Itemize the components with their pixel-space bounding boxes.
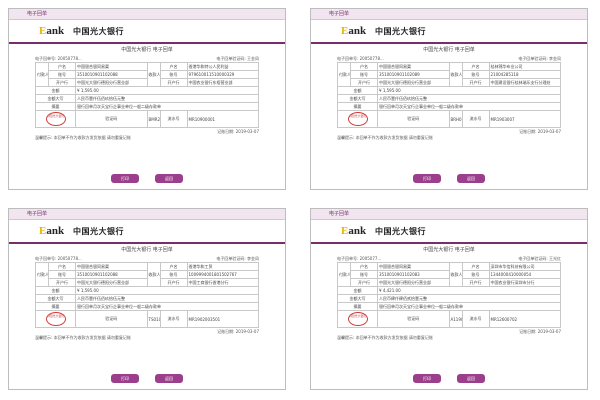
receipt-verify: 电子回单验证码: 李金凤	[518, 56, 561, 61]
posting-date: 记账日期: 2019-03-07	[217, 129, 259, 134]
window-tabbar: 电子回单	[9, 209, 285, 220]
receipt-table: 付款人 户名 中国银合银同易渠 收款人 户名 桂林锦华布业公司 账号 35100109011…	[337, 62, 561, 128]
window-tabbar: 电子回单	[9, 9, 285, 20]
bank-logo-icon: Eank	[39, 225, 65, 237]
amount-value: ¥ 1,595.00	[377, 86, 561, 95]
receipt-table: 付款人 户名 中国银合银同易渠 收款人 户名 香港华和特公人民利益 账号 351001090…	[35, 62, 259, 128]
receipt-table: 付款人 户名 中国银合银同易渠 收款人 户名 香港华和工贸 账号 3510010901102…	[35, 262, 259, 328]
receipt-title: 中国光大银行 电子回单	[423, 247, 475, 253]
posting-date: 记账日期: 2019-03-07	[519, 129, 561, 134]
receipt-window-4: 电子回单 Eank 中国光大银行 中国光大银行 电子回单 电子回单号: 2005…	[310, 208, 588, 390]
payee-side: 收款人	[448, 62, 463, 87]
receipt-meta: 电子回单号: 20050778... 电子回单验证码: 王金凤	[35, 55, 259, 62]
print-button[interactable]: 打印	[111, 374, 139, 383]
bank-logo-icon: Eank	[39, 25, 65, 37]
bank-name: 中国光大银行	[73, 27, 124, 36]
payee-side: 收款人	[146, 62, 161, 87]
receipt-body: 中国光大银行 电子回单 电子回单号: 2005077... 电子回单验证码: 王…	[337, 245, 561, 367]
print-button[interactable]: 打印	[413, 174, 441, 183]
back-button[interactable]: 返回	[457, 174, 485, 183]
receipt-serial: 电子回单号: 20050778...	[35, 256, 82, 261]
receipt-window-3: 电子回单 Eank 中国光大银行 中国光大银行 电子回单 电子回单号: 2005…	[8, 208, 286, 390]
action-buttons: 打印 返回	[311, 374, 587, 383]
posting-date: 记账日期: 2019-03-07	[519, 329, 561, 334]
receipt-note: 温馨提示: 本回单不作为收款方发货依据 请勿重复记账	[35, 335, 131, 340]
back-button[interactable]: 返回	[457, 374, 485, 383]
bank-name: 中国光大银行	[73, 227, 124, 236]
receipt-title: 中国光大银行 电子回单	[423, 47, 475, 53]
payer-side: 付款人	[337, 262, 351, 287]
receipt-body: 中国光大银行 电子回单 电子回单号: 20050778... 电子回单验证码: …	[35, 45, 259, 167]
bank-name: 中国光大银行	[375, 227, 426, 236]
receipt-meta: 电子回单号: 2005077... 电子回单验证码: 王光红	[337, 255, 561, 262]
receipt-verify: 电子回单验证码: 李金凤	[216, 256, 259, 261]
bank-stamp-icon: 中国光大银行 电子回单专用章	[45, 112, 66, 126]
receipt-serial: 电子回单号: 20050778...	[337, 56, 384, 61]
receipt-title: 中国光大银行 电子回单	[121, 247, 173, 253]
receipt-serial: 电子回单号: 2005077...	[337, 256, 382, 261]
bank-header: Eank 中国光大银行	[9, 220, 285, 244]
bank-name: 中国光大银行	[375, 27, 426, 36]
payee-side: 收款人	[448, 262, 463, 287]
amount-value: ¥ 4,421.00	[377, 286, 561, 295]
bank-header: Eank 中国光大银行	[311, 20, 587, 44]
payer-side: 付款人	[35, 62, 49, 87]
bank-header: Eank 中国光大银行	[9, 20, 285, 44]
receipt-note: 温馨提示: 本回单不作为收款方发货依据 请勿重复记账	[35, 135, 131, 140]
payer-side: 付款人	[337, 62, 351, 87]
bank-stamp-icon: 中国光大银行 电子回单专用章	[347, 112, 368, 126]
action-buttons: 打印 返回	[311, 174, 587, 183]
amount-value: ¥ 1,595.00	[75, 286, 259, 295]
receipt-verify: 电子回单验证码: 王光红	[518, 256, 561, 261]
receipt-verify: 电子回单验证码: 王金凤	[216, 56, 259, 61]
receipt-title: 中国光大银行 电子回单	[121, 47, 173, 53]
receipt-meta: 电子回单号: 20050778... 电子回单验证码: 李金凤	[35, 255, 259, 262]
window-tabbar: 电子回单	[311, 9, 587, 20]
bank-logo-icon: Eank	[341, 25, 367, 37]
bank-stamp-icon: 中国光大银行 电子回单专用章	[347, 312, 368, 326]
receipt-serial: 电子回单号: 20050778...	[35, 56, 82, 61]
receipt-table: 付款人 户名 中国银合银同易渠 收款人 户名 深圳市华信科技有限公司 账号 35100109…	[337, 262, 561, 328]
receipt-body: 中国光大银行 电子回单 电子回单号: 20050778... 电子回单验证码: …	[35, 245, 259, 367]
payer-side: 付款人	[35, 262, 49, 287]
tab-e-receipt[interactable]: 电子回单	[27, 210, 47, 217]
print-button[interactable]: 打印	[111, 174, 139, 183]
receipt-body: 中国光大银行 电子回单 电子回单号: 20050778... 电子回单验证码: …	[337, 45, 561, 167]
back-button[interactable]: 返回	[155, 174, 183, 183]
action-buttons: 打印 返回	[9, 374, 285, 383]
tab-e-receipt[interactable]: 电子回单	[329, 10, 349, 17]
receipt-note: 温馨提示: 本回单不作为收款方发货依据 请勿重复记账	[337, 335, 433, 340]
receipt-meta: 电子回单号: 20050778... 电子回单验证码: 李金凤	[337, 55, 561, 62]
payee-side: 收款人	[146, 262, 161, 287]
panel-divider	[298, 0, 302, 400]
window-tabbar: 电子回单	[311, 209, 587, 220]
bank-logo-icon: Eank	[341, 225, 367, 237]
receipt-window-1: 电子回单 Eank 中国光大银行 中国光大银行 电子回单 电子回单号: 2005…	[8, 8, 286, 190]
bank-header: Eank 中国光大银行	[311, 220, 587, 244]
bank-stamp-icon: 中国光大银行 电子回单专用章	[45, 312, 66, 326]
receipt-window-2: 电子回单 Eank 中国光大银行 中国光大银行 电子回单 电子回单号: 2005…	[310, 8, 588, 190]
posting-date: 记账日期: 2019-03-07	[217, 329, 259, 334]
print-button[interactable]: 打印	[413, 374, 441, 383]
action-buttons: 打印 返回	[9, 174, 285, 183]
tab-e-receipt[interactable]: 电子回单	[329, 210, 349, 217]
back-button[interactable]: 返回	[155, 374, 183, 383]
tab-e-receipt[interactable]: 电子回单	[27, 10, 47, 17]
amount-value: ¥ 1,595.00	[75, 86, 259, 95]
receipt-note: 温馨提示: 本回单不作为收款方发货依据 请勿重复记账	[337, 135, 433, 140]
